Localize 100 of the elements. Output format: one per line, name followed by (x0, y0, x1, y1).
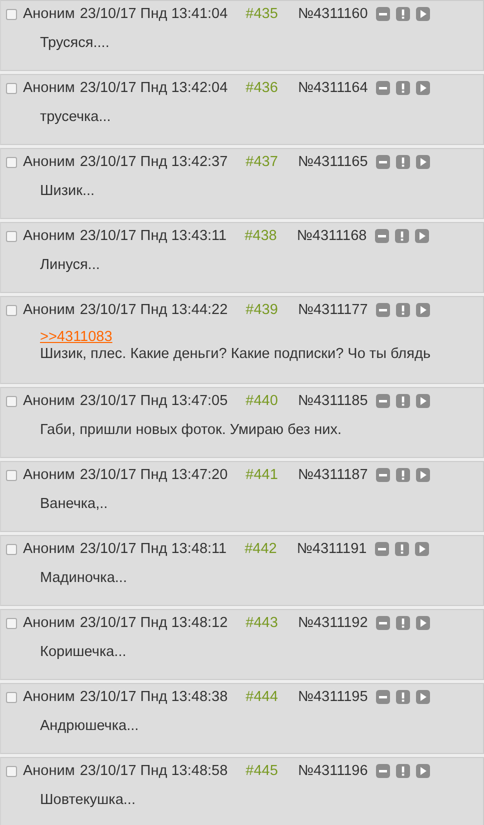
play-icon[interactable] (416, 690, 430, 704)
post-number-link[interactable]: #438 (244, 228, 277, 244)
post-number-link[interactable]: #440 (246, 393, 278, 409)
post-id-link[interactable]: №4311196 (298, 763, 368, 779)
post-message: Коришечка... (40, 643, 126, 661)
report-icon[interactable] (396, 690, 410, 704)
play-icon[interactable] (416, 303, 430, 317)
poster-name: Аноним (23, 154, 75, 170)
post-message: Андрюшечка... (40, 717, 139, 735)
post-date: 23/10/17 Пнд 13:43:11 (80, 228, 227, 244)
post-id-link[interactable]: №4311165 (298, 154, 368, 170)
checkbox[interactable] (6, 82, 17, 94)
play-icon[interactable] (416, 468, 430, 482)
hide-icon[interactable] (376, 690, 390, 704)
hide-icon[interactable] (376, 155, 390, 169)
post-number-link[interactable]: #435 (246, 6, 278, 22)
checkbox[interactable] (6, 692, 17, 702)
hide-icon[interactable] (376, 7, 390, 21)
post-date: 23/10/17 Пнд 13:47:05 (80, 393, 228, 409)
post-id-link[interactable]: №4311192 (298, 615, 368, 631)
poster-name: Аноним (23, 467, 75, 483)
post-number-link[interactable]: #437 (246, 154, 278, 170)
post-message: Трусяся.... (40, 34, 110, 52)
post-id-link[interactable]: №4311164 (298, 80, 368, 96)
post-message: Ванечка,.. (40, 495, 108, 513)
poster-name: Аноним (23, 393, 75, 409)
report-icon[interactable] (396, 155, 410, 169)
post-id-link[interactable]: №4311185 (298, 393, 368, 409)
post-date: 23/10/17 Пнд 13:47:20 (80, 467, 228, 483)
checkbox[interactable] (6, 618, 17, 628)
checkbox[interactable] (6, 470, 17, 480)
report-icon[interactable] (396, 303, 410, 317)
poster-name: Аноним (23, 763, 75, 779)
post-message: Шизик... (40, 182, 95, 200)
post-number-link[interactable]: #443 (246, 615, 278, 631)
post-id-link[interactable]: №4311195 (298, 689, 368, 705)
post-id-link[interactable]: №4311177 (298, 302, 368, 318)
play-icon[interactable] (416, 7, 430, 21)
reply-link[interactable]: >>4311083 (40, 329, 112, 345)
hide-icon[interactable] (376, 394, 390, 408)
hide-icon[interactable] (376, 616, 390, 630)
post-message: Шовтекушка... (40, 791, 136, 809)
report-icon[interactable] (396, 468, 410, 482)
report-icon[interactable] (396, 394, 410, 408)
hide-icon[interactable] (376, 303, 390, 317)
hide-icon[interactable] (374, 229, 389, 243)
post-id-link[interactable]: №4311160 (298, 6, 368, 22)
post-id-link[interactable]: №4311168 (296, 228, 367, 244)
play-icon[interactable] (416, 155, 430, 169)
report-icon[interactable] (396, 81, 410, 95)
poster-name: Аноним (23, 541, 75, 557)
report-icon[interactable] (396, 616, 410, 630)
play-icon[interactable] (416, 81, 430, 95)
post-id-link[interactable]: №4311191 (296, 541, 367, 557)
post-date: 23/10/17 Пнд 13:48:11 (80, 541, 227, 557)
post-date: 23/10/17 Пнд 13:42:04 (80, 80, 228, 96)
post-number-link[interactable]: #442 (244, 541, 277, 557)
post-date: 23/10/17 Пнд 13:48:58 (80, 763, 228, 779)
report-icon[interactable] (394, 542, 409, 556)
checkbox[interactable] (6, 396, 17, 406)
poster-name: Аноним (23, 689, 75, 705)
poster-name: Аноним (23, 615, 75, 631)
checkbox[interactable] (6, 304, 17, 316)
post-id-link[interactable]: №4311187 (298, 467, 368, 483)
post-message: Мадиночка... (40, 569, 127, 587)
poster-name: Аноним (23, 6, 75, 22)
report-icon[interactable] (396, 7, 410, 21)
report-icon[interactable] (396, 764, 410, 778)
play-icon[interactable] (416, 616, 430, 630)
post-number-link[interactable]: #439 (246, 302, 278, 318)
checkbox[interactable] (6, 544, 17, 554)
post-date: 23/10/17 Пнд 13:41:04 (80, 6, 228, 22)
checkbox[interactable] (6, 766, 17, 776)
post-date: 23/10/17 Пнд 13:42:37 (80, 154, 228, 170)
post-date: 23/10/17 Пнд 13:48:12 (80, 615, 228, 631)
post-number-link[interactable]: #436 (246, 80, 278, 96)
post-number-link[interactable]: #445 (246, 763, 278, 779)
play-icon[interactable] (414, 229, 429, 243)
play-icon[interactable] (416, 764, 430, 778)
post-message: трусечка... (40, 108, 111, 126)
post-date: 23/10/17 Пнд 13:44:22 (80, 302, 228, 318)
post-message: Линуся... (40, 256, 100, 274)
poster-name: Аноним (23, 228, 75, 244)
checkbox[interactable] (6, 8, 17, 20)
post-message: Габи, пришли новых фоток. Умираю без них. (40, 421, 342, 439)
play-icon[interactable] (414, 542, 429, 556)
checkbox[interactable] (6, 230, 17, 242)
poster-name: Аноним (23, 302, 75, 318)
checkbox[interactable] (6, 156, 17, 168)
play-icon[interactable] (416, 394, 430, 408)
hide-icon[interactable] (374, 542, 389, 556)
post-number-link[interactable]: #441 (246, 467, 278, 483)
post-date: 23/10/17 Пнд 13:48:38 (80, 689, 228, 705)
hide-icon[interactable] (376, 764, 390, 778)
hide-icon[interactable] (376, 468, 390, 482)
poster-name: Аноним (23, 80, 75, 96)
post-message: Шизик, плес. Какие деньги? Какие подписки? Чо ты блядь (40, 345, 431, 363)
report-icon[interactable] (394, 229, 409, 243)
hide-icon[interactable] (376, 81, 390, 95)
post-number-link[interactable]: #444 (246, 689, 278, 705)
